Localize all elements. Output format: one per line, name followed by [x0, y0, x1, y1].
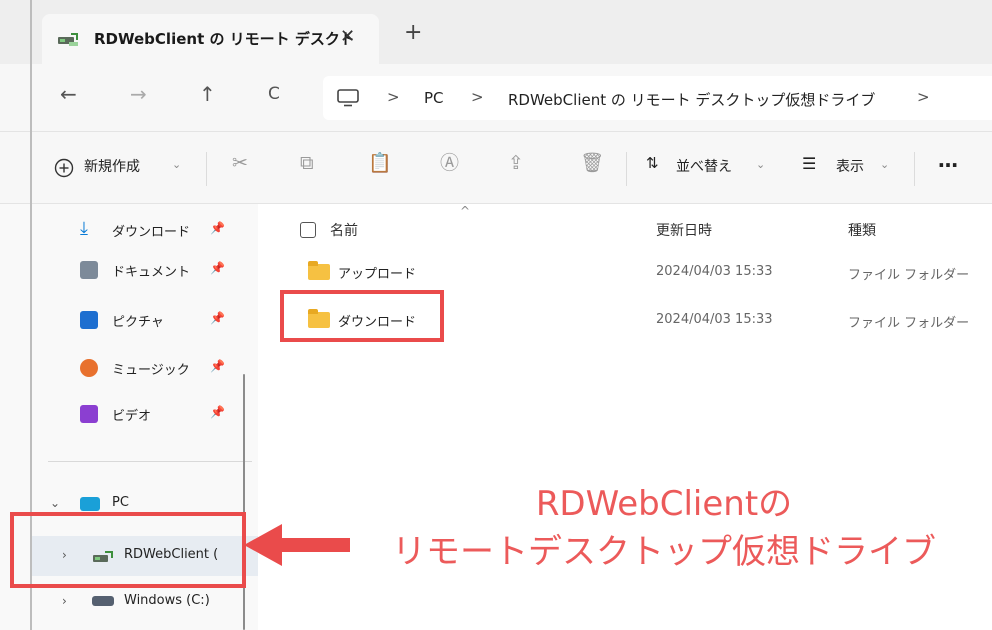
sidebar-item-windows-c[interactable]: › Windows (C:) [32, 582, 258, 622]
tab-title: RDWebClient の リモート デスクト [94, 30, 355, 48]
plus-circle-icon [54, 158, 74, 178]
breadcrumb-pc[interactable]: PC [424, 89, 444, 107]
file-date: 2024/04/03 15:33 [656, 312, 773, 327]
tab-bar: RDWebClient の リモート デスクト ✕ + [0, 0, 992, 64]
sort-icon: ⇅ [646, 154, 659, 172]
computer-icon [80, 497, 100, 511]
paste-icon[interactable]: 📋 [368, 154, 392, 173]
highlight-virtual-drive [10, 512, 246, 588]
new-tab-button[interactable]: + [404, 22, 422, 44]
annotation-arrow-icon [244, 524, 350, 566]
pin-icon[interactable]: 📌 [210, 311, 225, 325]
highlight-download-folder [280, 290, 444, 342]
sidebar-divider [48, 461, 252, 462]
sidebar-item-documents[interactable]: ドキュメント 📌 [32, 250, 258, 290]
network-drive-icon [58, 33, 78, 46]
music-icon [80, 359, 98, 377]
file-type: ファイル フォルダー [848, 268, 970, 283]
select-all-checkbox[interactable] [300, 222, 316, 238]
chevron-down-icon: ⌄ [172, 158, 182, 171]
pin-icon[interactable]: 📌 [210, 261, 225, 275]
tab-close-button[interactable]: ✕ [340, 26, 355, 47]
address-bar[interactable]: > PC > RDWebClient の リモート デスクトップ仮想ドライブ > [323, 76, 992, 120]
folder-icon [308, 261, 330, 280]
breadcrumb-separator: > [387, 88, 400, 106]
refresh-button[interactable]: C [268, 86, 280, 103]
column-header-name[interactable]: 名前 [330, 220, 358, 240]
column-header-date[interactable]: 更新日時 [656, 220, 712, 240]
cut-icon[interactable]: ✂ [232, 154, 248, 173]
new-button[interactable]: 新規作成 ⌄ [54, 132, 190, 204]
column-header-type[interactable]: 種類 [848, 220, 876, 240]
sidebar-item-pictures[interactable]: ピクチャ 📌 [32, 300, 258, 340]
breadcrumb-virtual-drive[interactable]: RDWebClient の リモート デスクトップ仮想ドライブ [508, 89, 875, 110]
documents-icon [80, 261, 98, 279]
delete-icon[interactable]: 🗑 [580, 154, 604, 173]
breadcrumb-separator: > [917, 88, 930, 106]
divider [914, 152, 915, 186]
videos-icon [80, 405, 98, 423]
sidebar-item-label: ミュージック [112, 363, 190, 378]
rename-icon[interactable]: Ⓐ [440, 154, 459, 173]
view-label: 表示 [836, 159, 864, 175]
file-name: アップロード [338, 267, 417, 282]
chevron-down-icon: ⌄ [756, 158, 766, 171]
chevron-down-icon: ⌄ [880, 158, 890, 171]
sidebar-item-label: ビデオ [112, 409, 152, 424]
view-button[interactable]: ☰ 表示 ⌄ [802, 132, 898, 204]
share-icon[interactable]: ⇪ [508, 154, 524, 173]
sidebar-item-label: ダウンロード [112, 225, 191, 240]
annotation-callout: RDWebClientの リモートデスクトップ仮想ドライブ [354, 480, 974, 576]
sort-button[interactable]: ⇅ 並べ替え ⌄ [646, 132, 776, 204]
view-list-icon: ☰ [802, 154, 817, 173]
breadcrumb-separator: > [471, 88, 484, 106]
copy-icon[interactable]: ⧉ [300, 154, 314, 173]
list-item[interactable]: アップロード 2024/04/03 15:33 ファイル フォルダー [258, 252, 992, 292]
download-icon: ⤓ [80, 218, 88, 239]
file-type: ファイル フォルダー [848, 316, 970, 331]
sidebar-item-music[interactable]: ミュージック 📌 [32, 348, 258, 388]
sidebar-item-label: ピクチャ [112, 315, 164, 330]
sort-ascending-icon: ^ [460, 204, 471, 218]
sidebar-item-label: PC [112, 495, 129, 510]
sidebar-item-downloads[interactable]: ⤓ ダウンロード 📌 [32, 210, 258, 250]
command-bar: 新規作成 ⌄ ✂ ⧉ 📋 Ⓐ ⇪ 🗑 ⇅ 並べ替え ⌄ ☰ 表示 ⌄ … [0, 132, 992, 204]
sidebar-item-videos[interactable]: ビデオ 📌 [32, 394, 258, 434]
tab-rdwebclient[interactable]: RDWebClient の リモート デスクト ✕ [42, 14, 379, 64]
up-button[interactable]: ↑ [199, 84, 216, 104]
pin-icon[interactable]: 📌 [210, 405, 225, 419]
computer-icon [337, 89, 359, 107]
callout-line-1: RDWebClientの [535, 484, 793, 524]
navigation-bar: ← → ↑ C > PC > RDWebClient の リモート デスクトップ… [0, 64, 992, 132]
pin-icon[interactable]: 📌 [210, 221, 225, 235]
sort-label: 並べ替え [676, 159, 732, 175]
divider [626, 152, 627, 186]
forward-button[interactable]: → [130, 84, 147, 104]
pictures-icon [80, 311, 98, 329]
more-options-button[interactable]: … [938, 148, 958, 172]
sidebar-item-label: Windows (C:) [124, 593, 210, 608]
new-label: 新規作成 [84, 159, 140, 175]
callout-line-2: リモートデスクトップ仮想ドライブ [392, 532, 936, 572]
chevron-right-icon[interactable]: › [62, 594, 67, 608]
pin-icon[interactable]: 📌 [210, 359, 225, 373]
file-date: 2024/04/03 15:33 [656, 264, 773, 279]
divider [206, 152, 207, 186]
back-button[interactable]: ← [60, 84, 77, 104]
chevron-down-icon[interactable]: ⌄ [50, 496, 60, 510]
drive-icon [92, 596, 114, 606]
sidebar-item-label: ドキュメント [112, 265, 191, 280]
